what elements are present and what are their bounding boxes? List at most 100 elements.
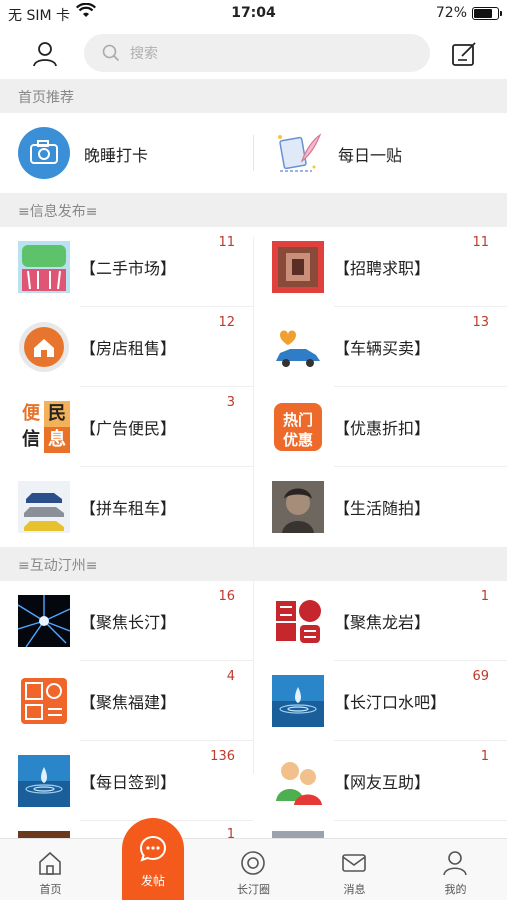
ad-char: 信 xyxy=(18,427,44,453)
tab-messages[interactable]: 消息 xyxy=(304,839,405,900)
house-thumb xyxy=(18,321,70,373)
divider xyxy=(80,740,253,741)
list-item-daily-signin[interactable]: 【每日签到】 136 xyxy=(0,741,253,821)
divider xyxy=(334,466,507,467)
section-title: ≡互动汀州≡ xyxy=(18,558,98,574)
section-title: ≡信息发布≡ xyxy=(18,204,98,220)
car-thumb xyxy=(272,321,324,373)
item-count: 1 xyxy=(226,827,235,838)
tab-label: 首页 xyxy=(39,883,62,896)
item-title: 【聚焦龙岩】 xyxy=(334,613,431,632)
search-placeholder: 搜索 xyxy=(130,46,158,62)
chat-bubble-icon xyxy=(138,834,168,868)
tab-mine[interactable]: 我的 xyxy=(405,839,506,900)
item-title: 【聚焦福建】 xyxy=(80,693,177,712)
item-title: 【招聘求职】 xyxy=(334,259,431,278)
item-title: 【房店租售】 xyxy=(80,339,177,358)
item-title: 【生活随拍】 xyxy=(334,499,431,518)
section-header-interact-overlay: ≡互动汀州≡ xyxy=(0,547,507,581)
list-item-life-photo[interactable]: 【生活随拍】 xyxy=(254,467,507,547)
item-title: 【车辆买卖】 xyxy=(334,339,431,358)
partial-thumb xyxy=(18,831,70,838)
list-item-ads[interactable]: 便 民 信 息 【广告便民】 3 xyxy=(0,387,253,467)
item-count: 1 xyxy=(480,589,489,604)
tab-home[interactable]: 首页 xyxy=(0,839,101,900)
ad-thumb: 便 民 信 息 xyxy=(18,401,70,453)
water-drop-thumb-2 xyxy=(18,755,70,807)
photo-thumb xyxy=(272,481,324,533)
edit-icon[interactable] xyxy=(449,39,479,69)
tab-label: 消息 xyxy=(343,883,366,896)
divider xyxy=(334,660,507,661)
divider xyxy=(334,820,507,821)
item-count: 11 xyxy=(218,235,235,250)
divider xyxy=(334,386,507,387)
ad-char: 便 xyxy=(18,401,44,427)
item-title: 【广告便民】 xyxy=(80,419,177,438)
recommend-item-daily-post[interactable]: 每日一贴 xyxy=(254,113,504,193)
item-count: 13 xyxy=(472,315,489,330)
list-item-focus-longyan[interactable]: 【聚焦龙岩】 1 xyxy=(254,581,507,661)
recommend-row: 晚睡打卡 每日一贴 xyxy=(0,113,507,193)
list-item-netizen-help[interactable]: 【网友互助】 1 xyxy=(254,741,507,821)
section-title: 首页推荐 xyxy=(18,90,74,106)
post-label: 发帖 xyxy=(140,874,165,888)
recommend-label: 每日一贴 xyxy=(338,146,403,165)
user-icon[interactable] xyxy=(30,39,60,69)
seal-red-thumb xyxy=(272,595,324,647)
section-header-info: ≡信息发布≡ xyxy=(0,193,507,227)
list-item-carpool[interactable]: 【拼车租车】 xyxy=(0,467,253,547)
bottom-tab-bar: 首页 长汀圈 消息 我的 xyxy=(0,838,507,900)
list-item-focus-fujian[interactable]: 【聚焦福建】 4 xyxy=(0,661,253,741)
item-count: 136 xyxy=(210,749,235,764)
search-input[interactable]: 搜索 xyxy=(84,34,430,72)
list-item-vehicle[interactable]: 【车辆买卖】 13 xyxy=(254,307,507,387)
tab-label: 长汀圈 xyxy=(237,883,270,896)
divider xyxy=(80,386,253,387)
divider xyxy=(334,306,507,307)
divider xyxy=(80,306,253,307)
partial-thumb xyxy=(272,831,324,838)
ad-char: 息 xyxy=(44,427,70,453)
camera-icon xyxy=(18,127,70,179)
status-bar: 无 SIM 卡 17:04 72% xyxy=(0,0,507,30)
section-header-recommend: 首页推荐 xyxy=(0,79,507,113)
recommend-label: 晚睡打卡 xyxy=(84,146,149,165)
mail-icon xyxy=(340,849,368,877)
item-count: 69 xyxy=(472,669,489,684)
item-title: 【聚焦长汀】 xyxy=(80,613,177,632)
battery-percent: 72% xyxy=(435,5,467,21)
item-title: 【拼车租车】 xyxy=(80,499,177,518)
item-title: 【优惠折扣】 xyxy=(334,419,431,438)
list-item-house[interactable]: 【房店租售】 12 xyxy=(0,307,253,387)
item-count: 12 xyxy=(218,315,235,330)
list-item-partial[interactable] xyxy=(254,821,507,838)
seal-orange-thumb xyxy=(18,675,70,727)
divider xyxy=(80,466,253,467)
column-divider xyxy=(253,237,254,774)
list-item-second-hand[interactable]: 【二手市场】 11 xyxy=(0,227,253,307)
recommend-item-checkin[interactable]: 晚睡打卡 xyxy=(0,113,250,193)
divider xyxy=(80,660,253,661)
starburst-thumb xyxy=(18,595,70,647)
list-item-discount[interactable]: 热门 优惠 【优惠折扣】 xyxy=(254,387,507,467)
list-item-recruit[interactable]: 【招聘求职】 11 xyxy=(254,227,507,307)
home-icon xyxy=(36,849,64,877)
item-title: 【每日签到】 xyxy=(80,773,177,792)
discount-text: 优惠 xyxy=(282,431,313,449)
recruit-thumb xyxy=(272,241,324,293)
post-button[interactable]: 发帖 xyxy=(122,818,184,900)
search-icon xyxy=(102,44,120,66)
item-title: 【长汀口水吧】 xyxy=(334,693,447,712)
profile-icon xyxy=(441,849,469,877)
ad-char: 民 xyxy=(44,401,70,427)
tab-changting-circle[interactable]: 长汀圈 xyxy=(203,839,304,900)
top-header: 搜索 xyxy=(0,30,507,78)
list-item-focus-changting[interactable]: 【聚焦长汀】 16 xyxy=(0,581,253,661)
status-time: 17:04 xyxy=(231,5,276,21)
divider xyxy=(334,740,507,741)
list-item-saliva-bar[interactable]: 【长汀口水吧】 69 xyxy=(254,661,507,741)
item-count: 4 xyxy=(226,669,235,684)
carpool-thumb xyxy=(18,481,70,533)
basket-thumb xyxy=(18,241,70,293)
